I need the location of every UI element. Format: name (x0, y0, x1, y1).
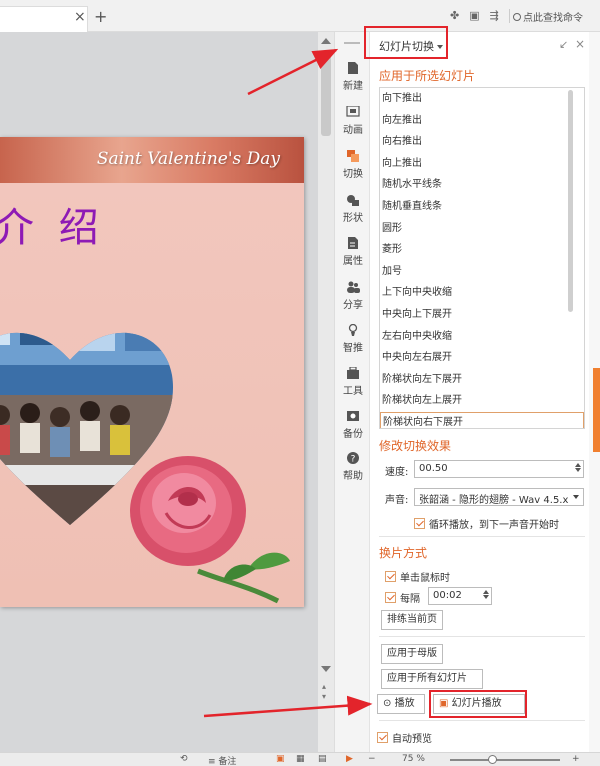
zoom-slider[interactable] (450, 759, 560, 761)
zoom-in-icon[interactable]: + (572, 754, 580, 764)
status-bar: ⟲ ≡ 备注 ▣ ▦ ▤ ▶ − 75 % + (0, 752, 600, 766)
arrow-to-title (247, 48, 339, 96)
zoom-slider-knob[interactable] (488, 755, 497, 764)
notes-toggle[interactable]: ≡ 备注 (208, 754, 236, 766)
notes-label: 备注 (218, 757, 237, 766)
arrow-to-slideshow (203, 695, 373, 718)
sorter-view-icon[interactable]: ▦ (296, 754, 305, 764)
zoom-level[interactable]: 75 % (402, 754, 425, 764)
zoom-out-icon[interactable]: − (368, 754, 376, 764)
annotation-arrows (203, 48, 373, 718)
reading-view-icon[interactable]: ▤ (318, 754, 327, 764)
history-icon[interactable]: ⟲ (180, 754, 188, 764)
slideshow-view-icon[interactable]: ▶ (346, 754, 353, 764)
normal-view-icon[interactable]: ▣ (276, 754, 285, 764)
